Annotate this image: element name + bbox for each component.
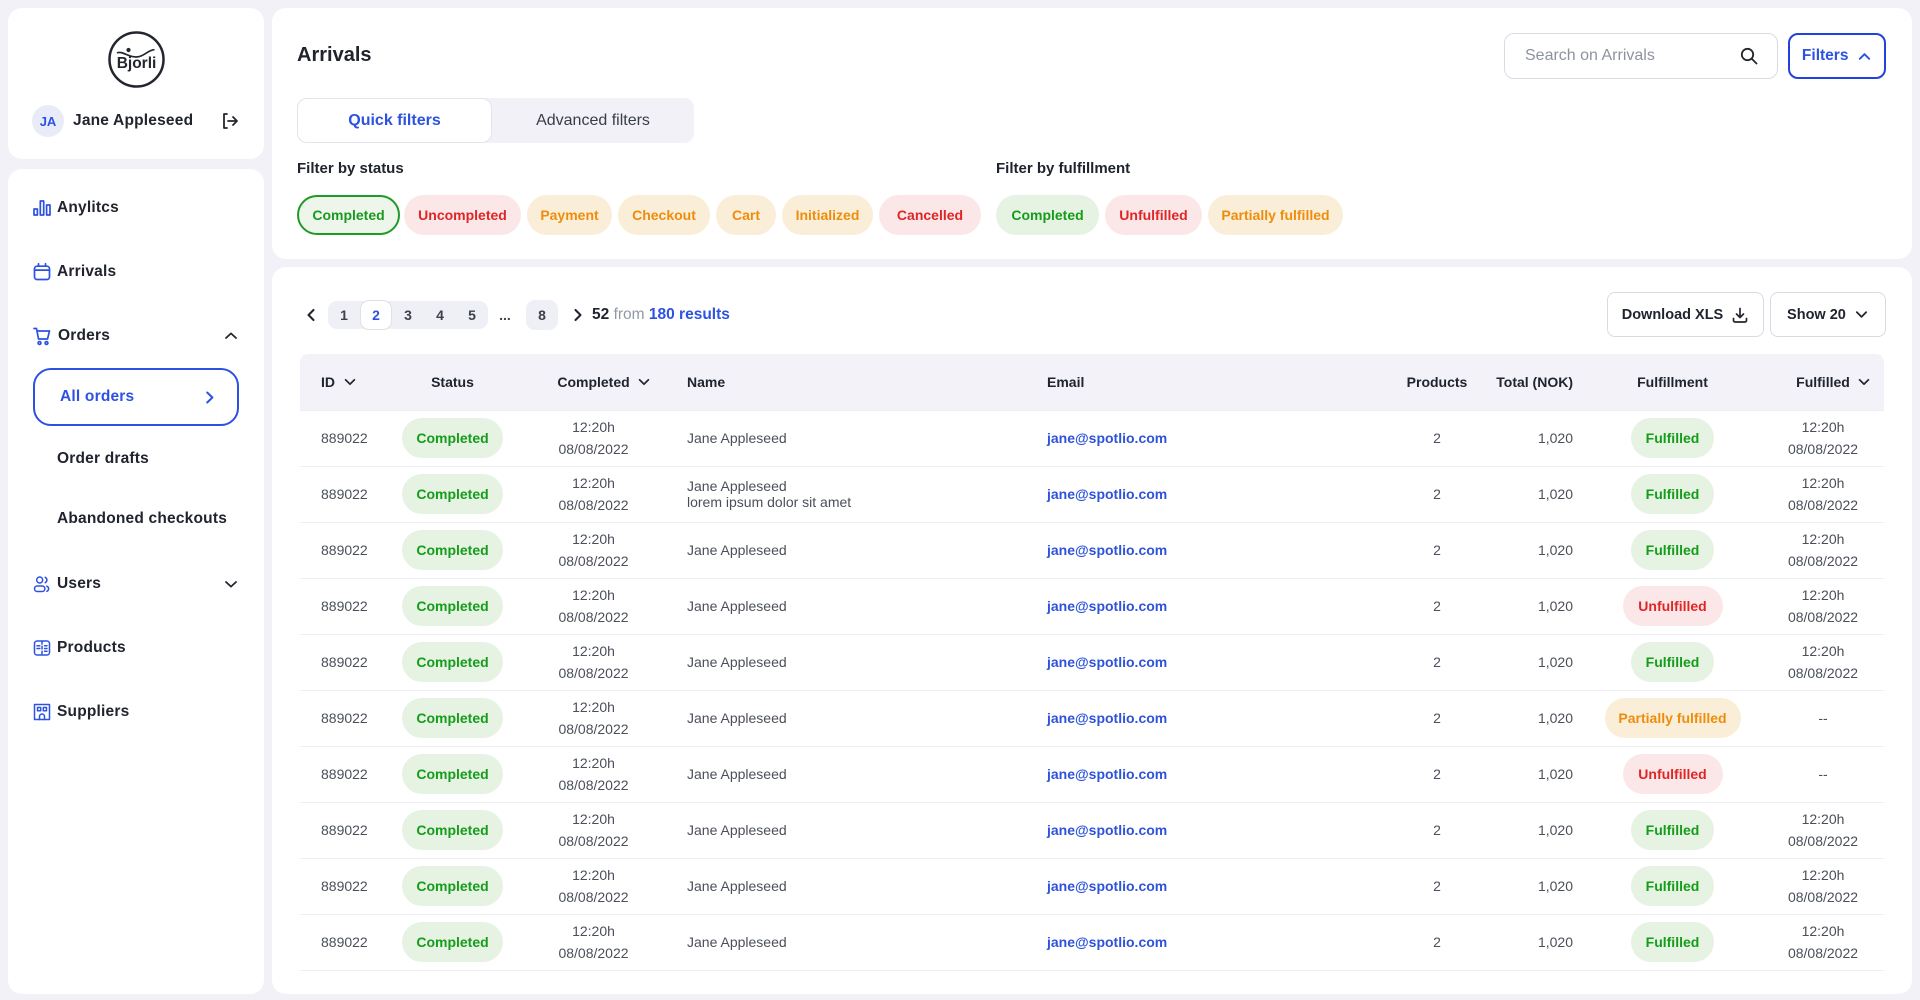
svg-text:Bjorli: Bjorli <box>117 55 157 72</box>
